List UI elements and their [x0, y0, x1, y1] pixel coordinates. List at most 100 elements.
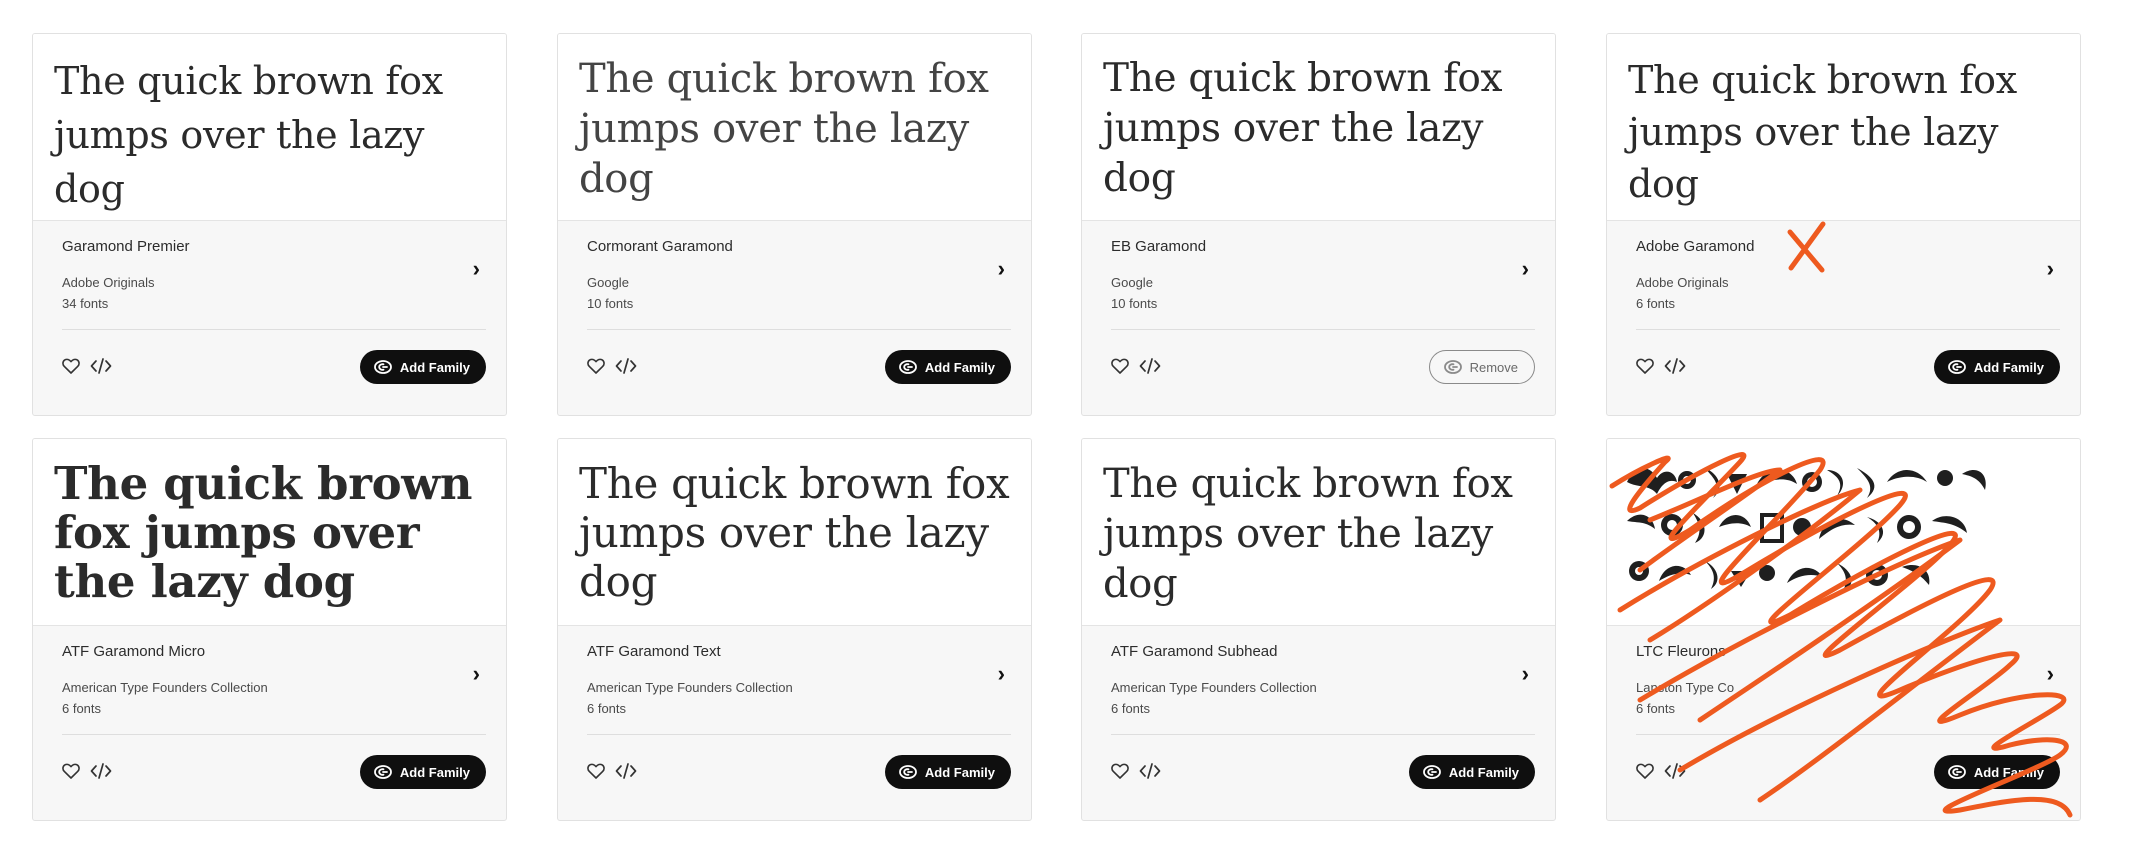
divider [1111, 329, 1535, 330]
sample-text: The quick brown fox jumps over the lazy … [54, 457, 473, 608]
font-card[interactable]: The quick brown fox jumps over the lazy … [1606, 33, 2081, 416]
creative-cloud-icon [899, 765, 917, 779]
code-icon[interactable] [1139, 357, 1161, 375]
family-name[interactable]: Adobe Garamond [1636, 238, 1754, 255]
heart-icon[interactable] [1111, 358, 1129, 374]
heart-icon[interactable] [62, 763, 80, 779]
button-label: Add Family [1973, 359, 2044, 375]
chevron-right-icon[interactable]: › [473, 258, 480, 280]
code-icon[interactable] [90, 762, 112, 780]
chevron-right-icon[interactable]: › [1522, 258, 1529, 280]
add-family-button[interactable]: Add Family [1933, 350, 2060, 384]
card-actions: Add Family [62, 350, 486, 384]
card-info: LTC Fleurons Lanston Type Co 6 fonts › A… [1636, 625, 2060, 820]
add-family-button[interactable]: Add Family [1408, 755, 1535, 789]
remove-family-button[interactable]: Remove [1428, 350, 1535, 384]
divider [1636, 329, 2060, 330]
creative-cloud-icon [899, 360, 917, 374]
font-card[interactable]: LTC Fleurons Lanston Type Co 6 fonts › A… [1606, 438, 2081, 821]
sample-area: The quick brown fox jumps over the lazy … [33, 34, 506, 221]
chevron-right-icon[interactable]: › [998, 663, 1005, 685]
card-actions: Add Family [62, 755, 486, 789]
sample-text: The quick brown fox jumps over the lazy … [54, 59, 443, 211]
code-icon[interactable] [1664, 762, 1686, 780]
divider [1111, 734, 1535, 735]
divider [1636, 734, 2060, 735]
card-info: Cormorant Garamond Google 10 fonts › Add… [587, 220, 1011, 415]
font-count: 10 fonts [587, 296, 634, 311]
font-count: 6 fonts [1636, 701, 1676, 716]
divider [587, 734, 1011, 735]
add-family-button[interactable]: Add Family [884, 350, 1011, 384]
button-label: Remove [1469, 359, 1518, 375]
font-count: 34 fonts [62, 296, 109, 311]
card-info: ATF Garamond Subhead American Type Found… [1111, 625, 1535, 820]
sample-area: The quick brown fox jumps over the lazy … [1082, 34, 1555, 221]
chevron-right-icon[interactable]: › [2047, 663, 2054, 685]
add-family-button[interactable]: Add Family [884, 755, 1011, 789]
code-icon[interactable] [1664, 357, 1686, 375]
chevron-right-icon[interactable]: › [998, 258, 1005, 280]
add-family-button[interactable]: Add Family [359, 755, 486, 789]
sample-area: The quick brown fox jumps over the lazy … [558, 439, 1031, 626]
sample-area: The quick brown fox jumps over the lazy … [1607, 34, 2080, 221]
foundry-name: Adobe Originals [1636, 275, 1729, 290]
heart-icon[interactable] [62, 358, 80, 374]
sample-text: The quick brown fox jumps over the lazy … [1628, 58, 2017, 206]
foundry-name: American Type Founders Collection [587, 680, 793, 695]
font-card[interactable]: The quick brown fox jumps over the lazy … [32, 33, 507, 416]
family-name[interactable]: ATF Garamond Micro [62, 643, 205, 660]
heart-icon[interactable] [1636, 763, 1654, 779]
code-icon[interactable] [615, 762, 637, 780]
code-icon[interactable] [90, 357, 112, 375]
font-card[interactable]: The quick brown fox jumps over the lazy … [32, 438, 507, 821]
divider [62, 329, 486, 330]
sample-text: The quick brown fox jumps over the lazy … [1103, 461, 1513, 607]
card-info: Garamond Premier Adobe Originals 34 font… [62, 220, 486, 415]
family-name[interactable]: ATF Garamond Subhead [1111, 643, 1277, 660]
heart-icon[interactable] [1636, 358, 1654, 374]
family-name[interactable]: Garamond Premier [62, 238, 190, 255]
chevron-right-icon[interactable]: › [1522, 663, 1529, 685]
family-name[interactable]: LTC Fleurons [1636, 643, 1726, 660]
font-count: 6 fonts [587, 701, 627, 716]
card-info: EB Garamond Google 10 fonts › Remove [1111, 220, 1535, 415]
fleuron-ornament-sample [1627, 467, 1986, 591]
font-count: 10 fonts [1111, 296, 1158, 311]
font-card[interactable]: The quick brown fox jumps over the lazy … [557, 438, 1032, 821]
code-icon[interactable] [615, 357, 637, 375]
sample-text: The quick brown fox jumps over the lazy … [1103, 56, 1503, 201]
heart-icon[interactable] [1111, 763, 1129, 779]
card-info: ATF Garamond Micro American Type Founder… [62, 625, 486, 820]
foundry-name: Google [1111, 275, 1153, 290]
add-family-button[interactable]: Add Family [1933, 755, 2060, 789]
button-label: Add Family [1448, 764, 1519, 780]
creative-cloud-icon [1948, 765, 1966, 779]
creative-cloud-icon [374, 360, 392, 374]
card-actions: Remove [1111, 350, 1535, 384]
heart-icon[interactable] [587, 763, 605, 779]
foundry-name: Adobe Originals [62, 275, 155, 290]
chevron-right-icon[interactable]: › [473, 663, 480, 685]
heart-icon[interactable] [587, 358, 605, 374]
sample-text: The quick brown fox jumps over the lazy … [579, 459, 1010, 606]
divider [587, 329, 1011, 330]
button-label: Add Family [1973, 764, 2044, 780]
add-family-button[interactable]: Add Family [359, 350, 486, 384]
font-card[interactable]: The quick brown fox jumps over the lazy … [1081, 33, 1556, 416]
foundry-name: Lanston Type Co [1636, 680, 1735, 695]
chevron-right-icon[interactable]: › [2047, 258, 2054, 280]
font-card[interactable]: The quick brown fox jumps over the lazy … [557, 33, 1032, 416]
card-actions: Add Family [1111, 755, 1535, 789]
family-name[interactable]: EB Garamond [1111, 238, 1206, 255]
card-info: ATF Garamond Text American Type Founders… [587, 625, 1011, 820]
card-actions: Add Family [587, 350, 1011, 384]
family-name[interactable]: ATF Garamond Text [587, 643, 721, 660]
code-icon[interactable] [1139, 762, 1161, 780]
font-count: 6 fonts [62, 701, 102, 716]
family-name[interactable]: Cormorant Garamond [587, 238, 733, 255]
font-card[interactable]: The quick brown fox jumps over the lazy … [1081, 438, 1556, 821]
sample-area: The quick brown fox jumps over the lazy … [558, 34, 1031, 221]
button-label: Add Family [924, 764, 995, 780]
card-actions: Add Family [1636, 755, 2060, 789]
